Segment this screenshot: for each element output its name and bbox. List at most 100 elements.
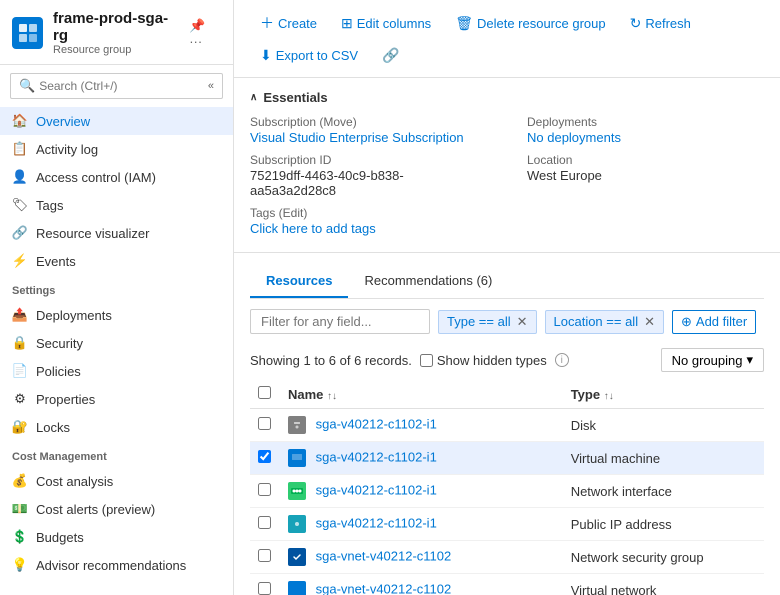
sidebar-item-locks[interactable]: 🔐 Locks [0,413,233,441]
sidebar-item-properties[interactable]: ⚙ Properties [0,385,233,413]
budgets-icon: 💲 [12,529,28,545]
sidebar-item-budgets[interactable]: 💲 Budgets [0,523,233,551]
resource-type-cell: Disk [563,409,764,442]
sidebar-item-cost-alerts[interactable]: 💵 Cost alerts (preview) [0,495,233,523]
row-checkbox[interactable] [258,450,271,463]
show-hidden-label[interactable]: Show hidden types [420,353,547,368]
table-row: sga-v40212-c1102-i1 Disk [250,409,764,442]
row-checkbox-cell [250,508,280,541]
sidebar-item-label: Resource visualizer [36,226,149,241]
sidebar-item-security[interactable]: 🔒 Security [0,329,233,357]
row-checkbox[interactable] [258,582,271,595]
tags-icon: 🏷 [12,197,28,213]
deployments-link[interactable]: No deployments [527,130,621,145]
export-csv-button[interactable]: ⬇ Export to CSV [250,42,368,69]
resource-type-cell: Virtual machine [563,442,764,475]
sidebar-item-label: Deployments [36,308,112,323]
table-row: sga-v40212-c1102-i1 Network interface [250,475,764,508]
table-row: sga-vnet-v40212-c1102 Network security g… [250,541,764,574]
create-button[interactable]: ＋ Create [250,8,327,38]
share-button[interactable]: 🔗 [372,42,409,69]
sidebar-item-overview[interactable]: 🏠 Overview [0,107,233,135]
sidebar-item-advisor[interactable]: 💡 Advisor recommendations [0,551,233,579]
type-filter-close[interactable]: ✕ [517,314,528,330]
sidebar-item-label: Tags [36,198,63,213]
info-icon[interactable]: i [555,353,569,367]
policies-icon: 📄 [12,363,28,379]
resource-type-cell: Network interface [563,475,764,508]
deployments-field: Deployments No deployments [527,115,764,145]
sidebar-item-events[interactable]: ⚡ Events [0,247,233,275]
resource-type-cell: Public IP address [563,508,764,541]
resource-name-link[interactable]: sga-vnet-v40212-c1102 [316,548,452,563]
sidebar-item-cost-analysis[interactable]: 💰 Cost analysis [0,467,233,495]
sidebar-item-access-control[interactable]: 👤 Access control (IAM) [0,163,233,191]
tags-field: Tags (Edit) Click here to add tags [250,206,487,236]
refresh-button[interactable]: ↻ Refresh [620,10,701,37]
row-checkbox-cell [250,574,280,595]
resource-group-title: frame-prod-sga-rg [53,10,179,44]
resource-group-subtitle: Resource group [53,44,179,56]
add-filter-button[interactable]: ⊕ Add filter [672,310,756,334]
essentials-chevron[interactable]: ∧ [250,92,257,103]
sidebar-item-resource-visualizer[interactable]: 🔗 Resource visualizer [0,219,233,247]
delete-button[interactable]: 🗑 Delete resource group [445,10,615,37]
resource-name-link[interactable]: sga-v40212-c1102-i1 [316,416,437,431]
select-all-checkbox[interactable] [258,386,271,399]
resource-name-cell: sga-v40212-c1102-i1 [280,442,563,475]
sidebar-item-deployments[interactable]: 📤 Deployments [0,301,233,329]
sidebar-item-label: Properties [36,392,95,407]
settings-section-header: Settings [0,275,233,301]
tab-recommendations[interactable]: Recommendations (6) [348,265,508,298]
resource-name-cell: sga-v40212-c1102-i1 [280,508,563,541]
edit-columns-button[interactable]: ⊞ Edit columns [331,10,441,37]
name-column-header[interactable]: Name ↑↓ [280,380,563,409]
row-checkbox[interactable] [258,417,271,430]
sidebar-item-label: Overview [36,114,90,129]
deployments-label: Deployments [527,115,764,129]
row-checkbox[interactable] [258,516,271,529]
deployments-value: No deployments [527,130,764,145]
location-field: Location West Europe [527,153,764,198]
select-all-header [250,380,280,409]
overview-icon: 🏠 [12,113,28,129]
location-filter-tag[interactable]: Location == all ✕ [545,310,664,334]
tags-value: Click here to add tags [250,221,487,236]
records-row: Showing 1 to 6 of 6 records. Show hidden… [250,344,764,380]
essentials-grid: Subscription (Move) Visual Studio Enterp… [250,115,764,236]
tags-link[interactable]: Click here to add tags [250,221,376,236]
show-hidden-checkbox[interactable] [420,354,433,367]
collapse-icon[interactable]: « [208,80,214,92]
activity-log-icon: 📋 [12,141,28,157]
subscription-value: Visual Studio Enterprise Subscription [250,130,487,145]
no-grouping-label: No grouping [672,353,743,368]
sidebar-item-policies[interactable]: 📄 Policies [0,357,233,385]
sidebar-item-tags[interactable]: 🏷 Tags [0,191,233,219]
type-sort-icon: ↑↓ [604,391,614,402]
tab-resources[interactable]: Resources [250,265,348,298]
type-filter-label: Type == all [447,314,511,329]
filter-input[interactable] [250,309,430,334]
resource-name-link[interactable]: sga-v40212-c1102-i1 [316,449,437,464]
refresh-icon: ↻ [630,15,642,32]
filter-row: Type == all ✕ Location == all ✕ ⊕ Add fi… [250,299,764,344]
resource-name-link[interactable]: sga-v40212-c1102-i1 [316,515,437,530]
add-filter-icon: ⊕ [681,314,692,330]
type-filter-tag[interactable]: Type == all ✕ [438,310,537,334]
search-input[interactable] [39,79,208,93]
type-column-header[interactable]: Type ↑↓ [563,380,764,409]
row-checkbox[interactable] [258,483,271,496]
row-checkbox[interactable] [258,549,271,562]
sidebar-search-container[interactable]: 🔍 « [10,73,223,99]
no-grouping-button[interactable]: No grouping ▾ [661,348,764,372]
sidebar-title-block: frame-prod-sga-rg Resource group [53,10,179,56]
sidebar-item-label: Policies [36,364,81,379]
subscription-link[interactable]: Visual Studio Enterprise Subscription [250,130,464,145]
visualizer-icon: 🔗 [12,225,28,241]
location-filter-close[interactable]: ✕ [644,314,655,330]
resource-name-link[interactable]: sga-v40212-c1102-i1 [316,482,437,497]
sidebar-item-activity-log[interactable]: 📋 Activity log [0,135,233,163]
sidebar-pin-icon[interactable]: 📌 ··· [189,18,221,49]
essentials-title: Essentials [263,90,327,105]
resource-name-link[interactable]: sga-vnet-v40212-c1102 [316,581,452,595]
